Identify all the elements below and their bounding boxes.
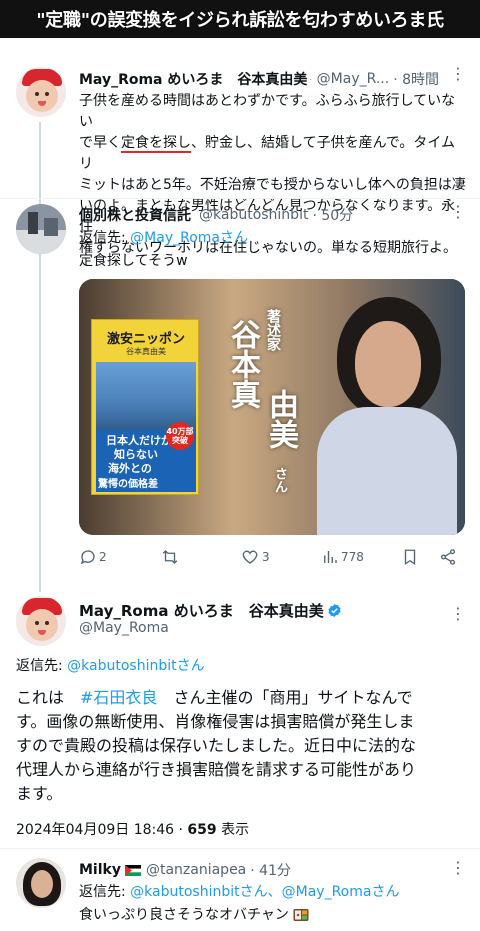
tweet3-header: May_Roma めいろま 谷本真由美 <box>79 600 342 621</box>
tweet-time[interactable]: · 8時間 <box>393 69 439 89</box>
more-options-icon[interactable]: ⋮ <box>450 64 466 83</box>
views-count: 659 <box>187 822 217 838</box>
display-name[interactable]: May_Roma めいろま 谷本真由美 <box>79 69 307 89</box>
person-photo <box>317 297 457 535</box>
reply-to-link[interactable]: @kabutoshinbitさん <box>67 658 204 674</box>
tweet1-line: 子供を産める時間はあとわずかです。ふらふら旅行していない <box>79 93 456 130</box>
handle[interactable]: @kabutoshinbit <box>199 207 308 223</box>
divider <box>0 848 480 849</box>
views-button[interactable]: 778 <box>321 548 364 566</box>
tweet-time[interactable]: · 41分 <box>250 860 291 880</box>
avatar-may-roma[interactable] <box>16 596 66 646</box>
handle[interactable]: @May_R... <box>317 71 390 87</box>
reply-count: 2 <box>99 550 107 564</box>
headline-text: "定職"の誤変換をイジられ訴訟を匂わすめいろま氏 <box>36 10 444 31</box>
tweet2-header: 個別株と投資信託 @kabutoshinbit · 50分 <box>79 205 439 225</box>
bookmark-button[interactable] <box>401 548 419 566</box>
book-title: 激安ニッポン <box>106 332 185 347</box>
timestamp[interactable]: 2024年04月09日 18:46 · <box>16 822 187 838</box>
display-name[interactable]: May_Roma めいろま 谷本真由美 <box>79 600 324 621</box>
more-options-icon[interactable]: ⋮ <box>450 202 466 221</box>
tweet1-header: May_Roma めいろま 谷本真由美 @May_R... · 8時間 <box>79 69 439 89</box>
views-count: 778 <box>341 550 364 564</box>
reply-to-link[interactable]: @May_Romaさん <box>130 230 248 246</box>
display-name[interactable]: Milky <box>79 862 121 878</box>
tweet2-action-bar: 2 3 778 <box>79 548 465 568</box>
caption-name: 由美 <box>263 389 298 449</box>
tweet2-media-image[interactable]: 激安ニッポン 谷本真由美 日本人だけが 知らない 海外との 驚愕の価格差 40万… <box>79 279 465 535</box>
caption-name: 谷本真 <box>225 319 260 409</box>
tweet3-line: これは #石田衣良 さん主催の「商用」サイトなんで <box>16 688 413 707</box>
verified-badge-icon <box>328 603 341 618</box>
caption-role: 著述家 <box>265 309 281 351</box>
book-badge: 40万部突破 <box>166 422 194 450</box>
tweet3-text: これは #石田衣良 さん主催の「商用」サイトなんで す。画像の無断使用、肖像権侵… <box>16 686 471 806</box>
tweet4-text: 食いっぷり良さそうなオバチャン <box>79 905 309 926</box>
bookmark-icon <box>404 549 416 566</box>
tweet3-line: 代理人から連絡が行き損害賠償を請求する可能性があり <box>16 760 417 779</box>
tweet2-text: 定食探してそうw <box>79 253 188 269</box>
more-options-icon[interactable]: ⋮ <box>450 858 466 877</box>
avatar-milky[interactable] <box>16 858 66 908</box>
share-icon <box>440 549 456 565</box>
reply-icon <box>80 550 95 565</box>
book-line: 海外との <box>108 462 152 475</box>
tweet3-line: すので貴殿の投稿は保存いたしました。近日中に法的な <box>16 736 417 755</box>
views-chart-icon <box>324 551 337 563</box>
reply-button[interactable]: 2 <box>79 548 107 566</box>
book-author: 谷本真由美 <box>126 347 166 356</box>
tweet4-header: Milky @tanzaniapea · 41分 <box>79 860 291 880</box>
divider <box>0 198 480 199</box>
like-button[interactable]: 3 <box>241 548 270 566</box>
tweet3-line: ます。 <box>16 784 63 803</box>
bento-box-icon <box>293 909 309 921</box>
palestine-flag-icon <box>124 864 141 876</box>
reply-to: 返信先: @kabutoshinbitさん、@May_Romaさん <box>79 884 400 900</box>
headline-banner: "定職"の誤変換をイジられ訴訟を匂わすめいろま氏 <box>0 0 480 38</box>
tweet1-line: で早く定食を探し、貯金し、結婚して子供を産んで。タイムリ <box>79 135 456 172</box>
retweet-button[interactable] <box>161 548 179 566</box>
caption-honorific: さん <box>272 467 287 493</box>
tweet3-meta: 2024年04月09日 18:46 · 659 表示 <box>16 820 249 841</box>
handle[interactable]: @tanzaniapea <box>146 862 246 878</box>
avatar-may-roma[interactable] <box>16 67 66 117</box>
more-options-icon[interactable]: ⋮ <box>450 604 466 623</box>
handle[interactable]: @May_Roma <box>79 620 169 636</box>
reply-to-link[interactable]: @kabutoshinbitさん、@May_Romaさん <box>130 884 399 900</box>
reply-to: 返信先: @kabutoshinbitさん <box>16 658 205 674</box>
like-count: 3 <box>262 550 270 564</box>
tweet-time[interactable]: · 50分 <box>312 205 353 225</box>
book-cover: 激安ニッポン 谷本真由美 日本人だけが 知らない 海外との 驚愕の価格差 40万… <box>91 319 199 495</box>
verified-badge-icon <box>310 78 312 80</box>
display-name[interactable]: 個別株と投資信託 <box>79 205 191 225</box>
book-line: 驚愕の価格差 <box>98 479 158 490</box>
thread-line <box>39 122 41 592</box>
heart-icon <box>242 550 258 564</box>
retweet-icon <box>162 550 178 564</box>
underlined-phrase: 定食を探し <box>121 135 191 151</box>
tweet1-line: ミットはあと5年。不妊治療でも授からないし体への負担は凄 <box>79 177 466 193</box>
tweet3-line: す。画像の無断使用、肖像権侵害は損害賠償が発生しま <box>16 712 415 731</box>
avatar-kabutoshinbit[interactable] <box>16 204 66 254</box>
reply-to: 返信先: @May_Romaさん <box>79 230 248 246</box>
share-button[interactable] <box>439 548 457 566</box>
views-label: 表示 <box>216 822 250 838</box>
hashtag-link[interactable]: #石田衣良 <box>80 688 157 707</box>
